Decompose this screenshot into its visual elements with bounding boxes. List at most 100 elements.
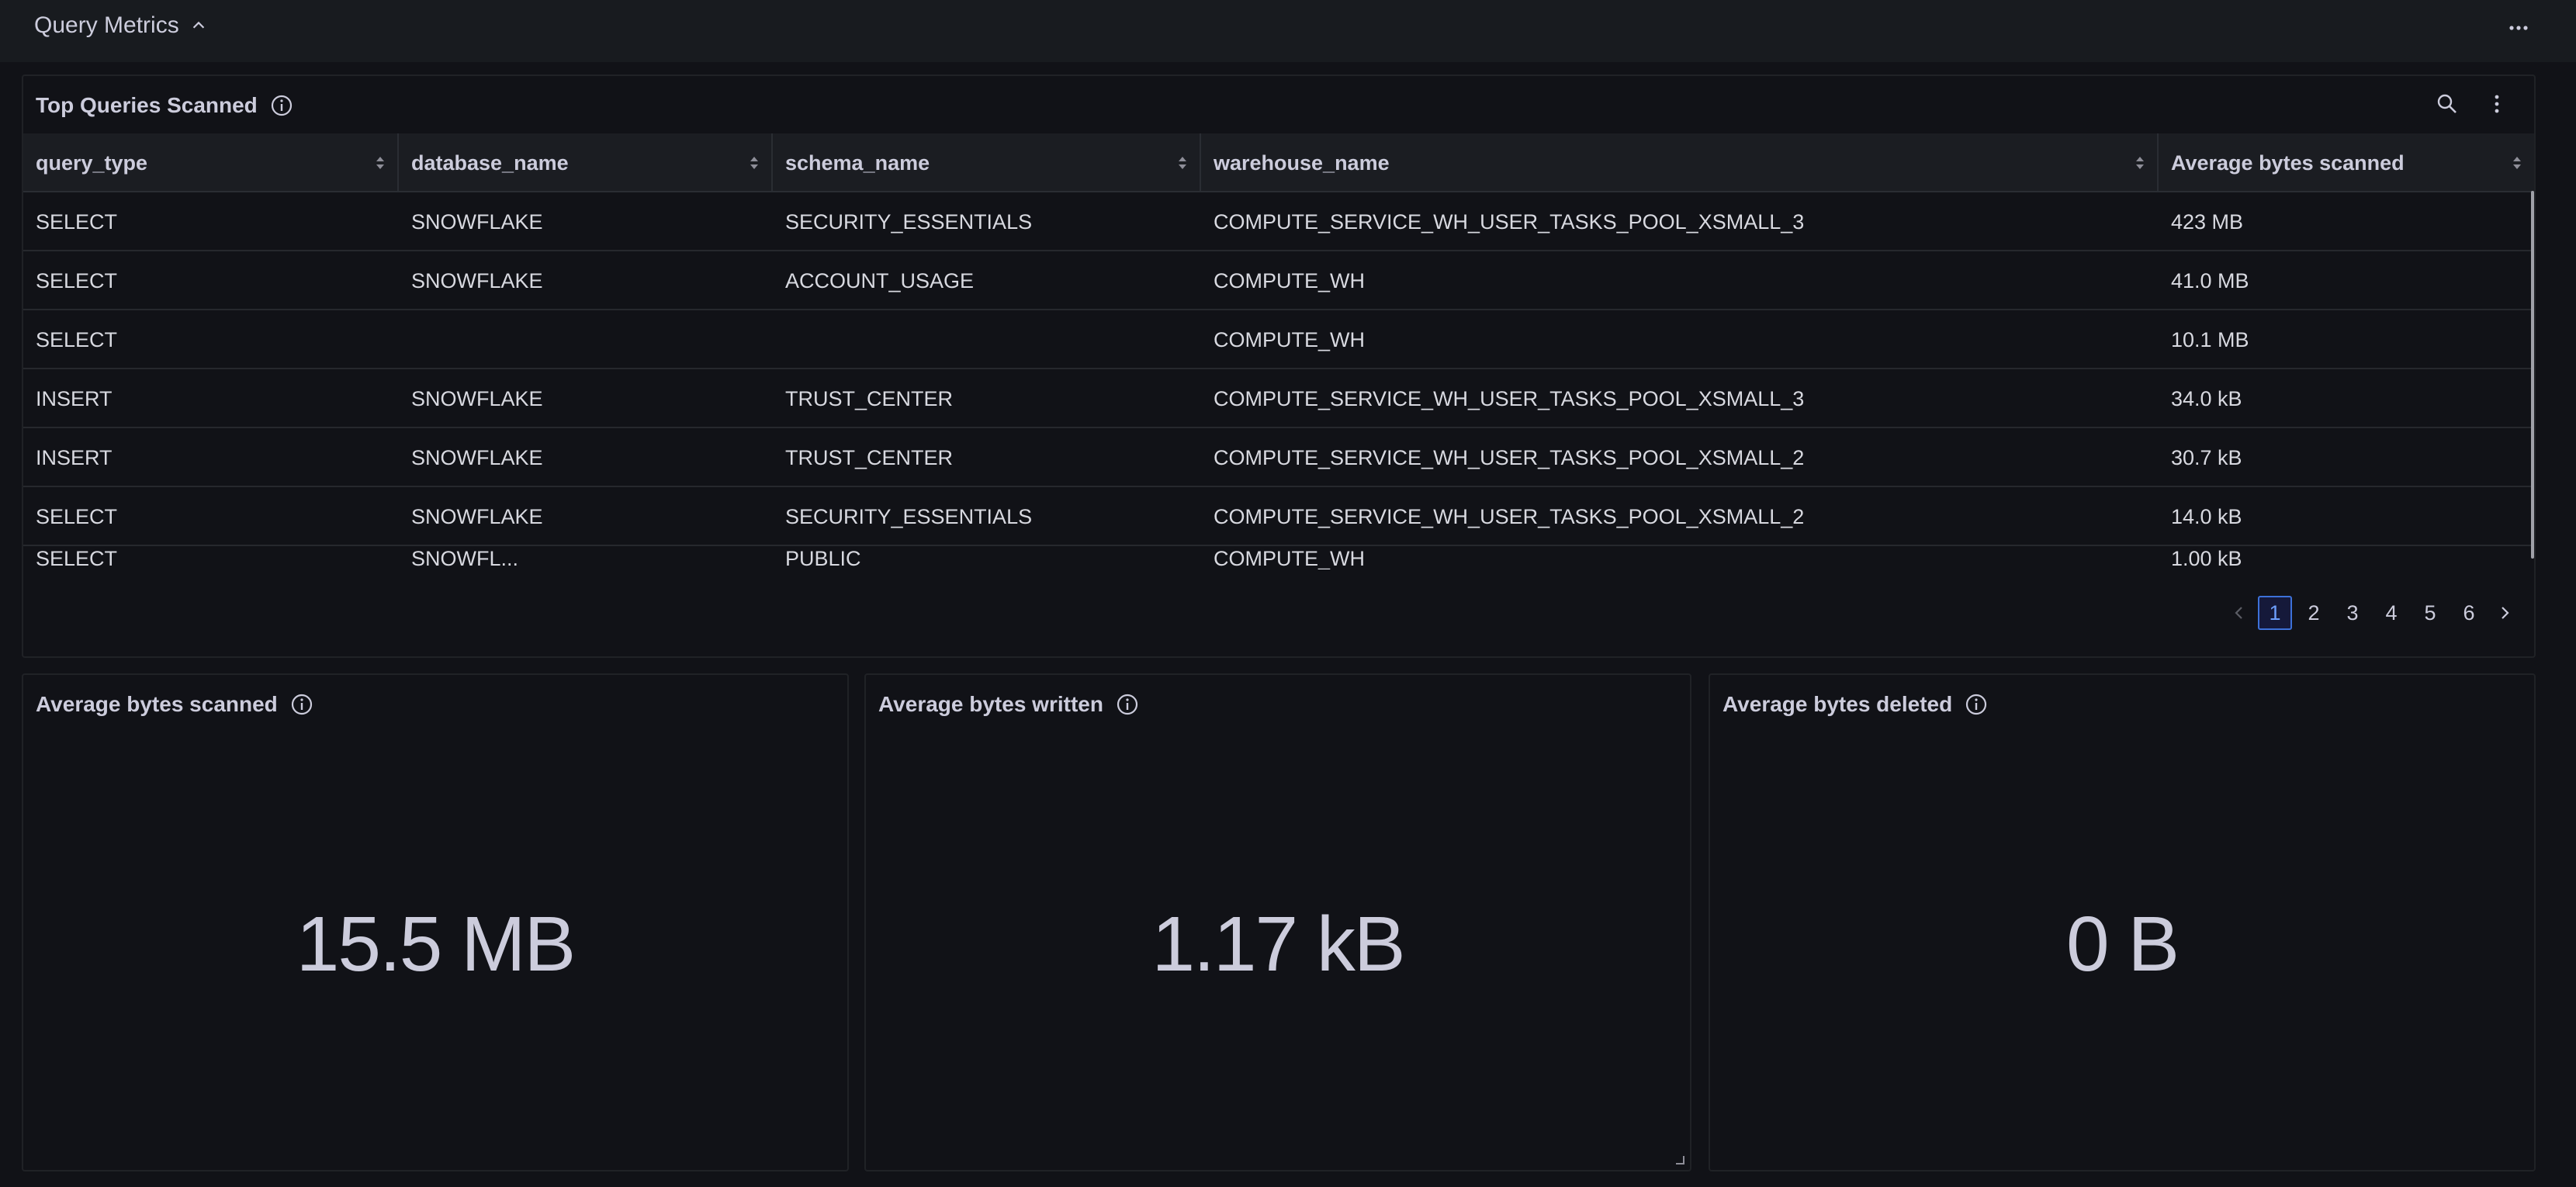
table-header: query_type database_name schema_name war… xyxy=(23,133,2534,192)
cell-database-name: SNOWFLAKE xyxy=(411,268,543,292)
cell-database-name xyxy=(399,310,411,369)
sort-icon xyxy=(2513,157,2521,169)
page-4-button[interactable]: 4 xyxy=(2374,596,2408,630)
table-row[interactable]: SELECT SNOWFLAKE ACCOUNT_USAGE COMPUTE_W… xyxy=(23,251,2534,310)
column-label: warehouse_name xyxy=(1214,151,1390,175)
column-label: database_name xyxy=(411,151,569,175)
resize-handle-icon[interactable] xyxy=(1673,1153,1685,1165)
cell-schema-name: SECURITY_ESSENTIALS xyxy=(785,504,1033,528)
cell-warehouse-name: COMPUTE_SERVICE_WH_USER_TASKS_POOL_XSMAL… xyxy=(1214,445,1805,469)
cell-schema-name: SECURITY_ESSENTIALS xyxy=(785,209,1033,234)
cell-warehouse-name: COMPUTE_SERVICE_WH_USER_TASKS_POOL_XSMAL… xyxy=(1214,209,1805,234)
prev-page-button[interactable] xyxy=(2225,596,2253,630)
page-1-button[interactable]: 1 xyxy=(2258,596,2292,630)
table-row[interactable]: SELECT SNOWFLAKE SECURITY_ESSENTIALS COM… xyxy=(23,487,2534,546)
panel-header: Average bytes scanned xyxy=(36,690,313,718)
info-icon[interactable] xyxy=(1965,693,1988,716)
panel-menu-button[interactable] xyxy=(2483,90,2511,118)
stat-value: 0 B xyxy=(2065,901,2180,988)
page-5-button[interactable]: 5 xyxy=(2413,596,2447,630)
column-label: Average bytes scanned xyxy=(2171,151,2405,175)
chevron-right-icon xyxy=(2502,607,2509,619)
page-3-button[interactable]: 3 xyxy=(2335,596,2370,630)
sort-icon xyxy=(2136,157,2144,169)
cell-database-name: SNOWFLAKE xyxy=(411,386,543,410)
pagination: 1 2 3 4 5 6 xyxy=(2225,596,2519,630)
cell-average-bytes: 10.1 MB xyxy=(2171,327,2249,351)
column-header-database-name[interactable]: database_name xyxy=(399,133,773,192)
panel-title: Average bytes written xyxy=(878,692,1103,716)
info-icon[interactable] xyxy=(270,94,293,117)
cell-average-bytes: 34.0 kB xyxy=(2171,386,2242,410)
cell-query-type: SELECT xyxy=(36,327,118,351)
cell-warehouse-name: COMPUTE_SERVICE_WH_USER_TASKS_POOL_XSMAL… xyxy=(1214,386,1805,410)
column-header-average-bytes-scanned[interactable]: Average bytes scanned xyxy=(2159,133,2534,192)
cell-schema-name: ACCOUNT_USAGE xyxy=(785,268,975,292)
section-menu-button[interactable] xyxy=(2503,12,2534,43)
column-label: schema_name xyxy=(785,151,930,175)
cell-database-name: SNOWFLAKE xyxy=(411,504,543,528)
cell-warehouse-name: COMPUTE_SERVICE_WH_USER_TASKS_POOL_XSMAL… xyxy=(1214,504,1805,528)
panel-header: Average bytes written xyxy=(878,690,1139,718)
cell-query-type: SELECT xyxy=(36,546,118,570)
table-row[interactable]: SELECT COMPUTE_WH 10.1 MB xyxy=(23,310,2534,369)
panel-title: Average bytes scanned xyxy=(36,692,278,716)
cell-query-type: SELECT xyxy=(36,209,118,234)
stat-panel-bytes-deleted: Average bytes deleted 0 B xyxy=(1709,673,2536,1171)
cell-database-name: SNOWFLAKE xyxy=(411,445,543,469)
panel-title: Top Queries Scanned xyxy=(36,93,258,117)
search-icon xyxy=(2437,94,2457,113)
stat-value: 15.5 MB xyxy=(296,901,576,988)
column-header-query-type[interactable]: query_type xyxy=(23,133,399,192)
cell-query-type: SELECT xyxy=(36,504,118,528)
ellipsis-vertical-icon xyxy=(2495,95,2499,113)
cell-warehouse-name: COMPUTE_WH xyxy=(1214,327,1365,351)
section-header: Query Metrics xyxy=(0,0,2576,62)
section-toggle[interactable]: Query Metrics xyxy=(34,10,207,41)
cell-average-bytes: 30.7 kB xyxy=(2171,445,2242,469)
cell-average-bytes: 14.0 kB xyxy=(2171,504,2242,528)
sort-icon xyxy=(750,157,758,169)
table-row[interactable]: SELECT SNOWFLAKE SECURITY_ESSENTIALS COM… xyxy=(23,192,2534,251)
table-row[interactable]: SELECT SNOWFL... PUBLIC COMPUTE_WH 1.00 … xyxy=(23,546,2534,570)
stat-value: 1.17 kB xyxy=(1151,901,1405,988)
table-row[interactable]: INSERT SNOWFLAKE TRUST_CENTER COMPUTE_SE… xyxy=(23,369,2534,428)
panel-title: Average bytes deleted xyxy=(1723,692,1953,716)
next-page-button[interactable] xyxy=(2491,596,2519,630)
cell-query-type: INSERT xyxy=(36,386,113,410)
cell-warehouse-name: COMPUTE_WH xyxy=(1214,268,1365,292)
page-2-button[interactable]: 2 xyxy=(2297,596,2331,630)
cell-schema-name: PUBLIC xyxy=(785,546,861,570)
stat-panel-bytes-written: Average bytes written 1.17 kB xyxy=(864,673,1691,1171)
page-6-button[interactable]: 6 xyxy=(2452,596,2486,630)
cell-average-bytes: 41.0 MB xyxy=(2171,268,2249,292)
top-queries-panel: Top Queries Scanned query_type database_… xyxy=(22,74,2536,658)
cell-query-type: SELECT xyxy=(36,268,118,292)
panel-header: Top Queries Scanned xyxy=(36,92,293,119)
info-icon[interactable] xyxy=(1116,693,1139,716)
chevron-left-icon xyxy=(2235,607,2242,619)
sort-icon xyxy=(376,157,384,169)
info-icon[interactable] xyxy=(290,693,313,716)
cell-database-name: SNOWFLAKE xyxy=(411,209,543,234)
sort-icon xyxy=(1179,157,1186,169)
section-title: Query Metrics xyxy=(34,12,179,38)
panel-header: Average bytes deleted xyxy=(1723,690,1988,718)
cell-query-type: INSERT xyxy=(36,445,113,469)
column-header-schema-name[interactable]: schema_name xyxy=(773,133,1201,192)
cell-average-bytes: 1.00 kB xyxy=(2171,546,2242,570)
cell-average-bytes: 423 MB xyxy=(2171,209,2244,234)
cell-schema-name xyxy=(773,310,785,369)
cell-database-name: SNOWFL... xyxy=(411,546,519,570)
table-row[interactable]: INSERT SNOWFLAKE TRUST_CENTER COMPUTE_SE… xyxy=(23,428,2534,487)
table-scrollbar[interactable] xyxy=(2531,191,2534,559)
stat-panel-bytes-scanned: Average bytes scanned 15.5 MB xyxy=(22,673,849,1171)
column-header-warehouse-name[interactable]: warehouse_name xyxy=(1201,133,2159,192)
queries-table: query_type database_name schema_name war… xyxy=(23,133,2534,645)
cell-schema-name: TRUST_CENTER xyxy=(785,386,954,410)
column-label: query_type xyxy=(36,151,148,175)
search-button[interactable] xyxy=(2433,90,2461,118)
cell-warehouse-name: COMPUTE_WH xyxy=(1214,546,1365,570)
ellipsis-horizontal-icon xyxy=(2509,26,2528,30)
panel-actions xyxy=(2433,90,2511,118)
